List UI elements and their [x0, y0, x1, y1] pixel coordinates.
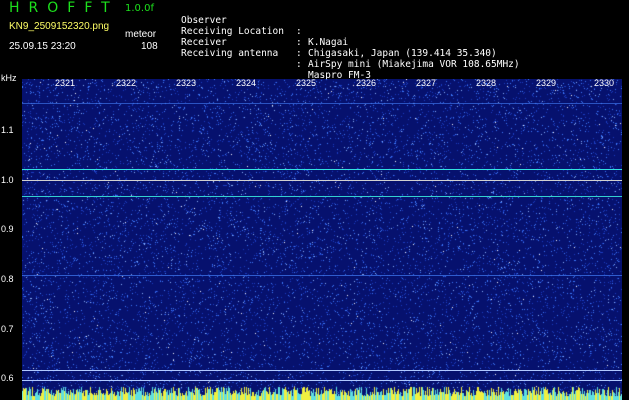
meta-separator: :: [296, 26, 302, 37]
signal-line: [22, 380, 622, 381]
timestamp: 25.09.15 23:20: [9, 41, 76, 52]
x-tick-label: 2330: [594, 78, 615, 88]
x-tick-label: 2324: [236, 78, 257, 88]
mode-label: meteor: [125, 29, 157, 40]
app-brand: HROFFT: [9, 0, 119, 16]
y-tick-label: 0.9: [1, 224, 14, 234]
x-tick-label: 2328: [476, 78, 497, 88]
meta-value: AirSpy mini (Miakejima VOR 108.65MHz): [308, 59, 520, 70]
spectrogram-plot: [22, 79, 622, 400]
meta-label: Receiving antenna: [181, 48, 279, 59]
signal-line: [22, 370, 622, 371]
x-tick-label: 2322: [116, 78, 137, 88]
signal-line: [22, 169, 622, 170]
x-tick-label: 2321: [55, 78, 76, 88]
file-name: KN9_2509152320.png: [9, 21, 110, 32]
x-tick-label: 2326: [356, 78, 377, 88]
detection-count: 108: [141, 41, 158, 52]
app-version: 1.0.0f: [125, 3, 154, 14]
x-tick-label: 2323: [176, 78, 197, 88]
meta-antenna: Receiving antenna : Maspro FM-3: [181, 37, 371, 81]
y-tick-label: 1.1: [1, 125, 14, 135]
y-axis-unit: kHz: [1, 73, 17, 83]
signal-line: [22, 196, 622, 197]
x-tick-label: 2327: [416, 78, 437, 88]
meta-value: Chigasaki, Japan (139.414 35.340): [308, 48, 497, 59]
y-tick-label: 1.0: [1, 175, 14, 185]
spectrogram-noise: [22, 79, 622, 400]
meta-separator: :: [296, 37, 302, 48]
y-tick-label: 0.6: [1, 373, 14, 383]
y-tick-label: 0.7: [1, 324, 14, 334]
meta-value: K.Nagai: [308, 37, 349, 48]
x-tick-label: 2325: [296, 78, 317, 88]
x-tick-label: 2329: [536, 78, 557, 88]
meta-separator: :: [296, 48, 302, 59]
signal-line: [22, 180, 622, 181]
y-axis: kHz 1.1 1.0 0.9 0.8 0.7 0.6: [0, 73, 22, 400]
header: HROFFT 1.0.0f KN9_2509152320.png meteor …: [0, 0, 629, 81]
signal-line: [22, 103, 622, 104]
y-tick-label: 0.8: [1, 274, 14, 284]
meta-separator: :: [296, 59, 302, 70]
signal-line: [22, 275, 622, 276]
bottom-band: [22, 386, 622, 400]
